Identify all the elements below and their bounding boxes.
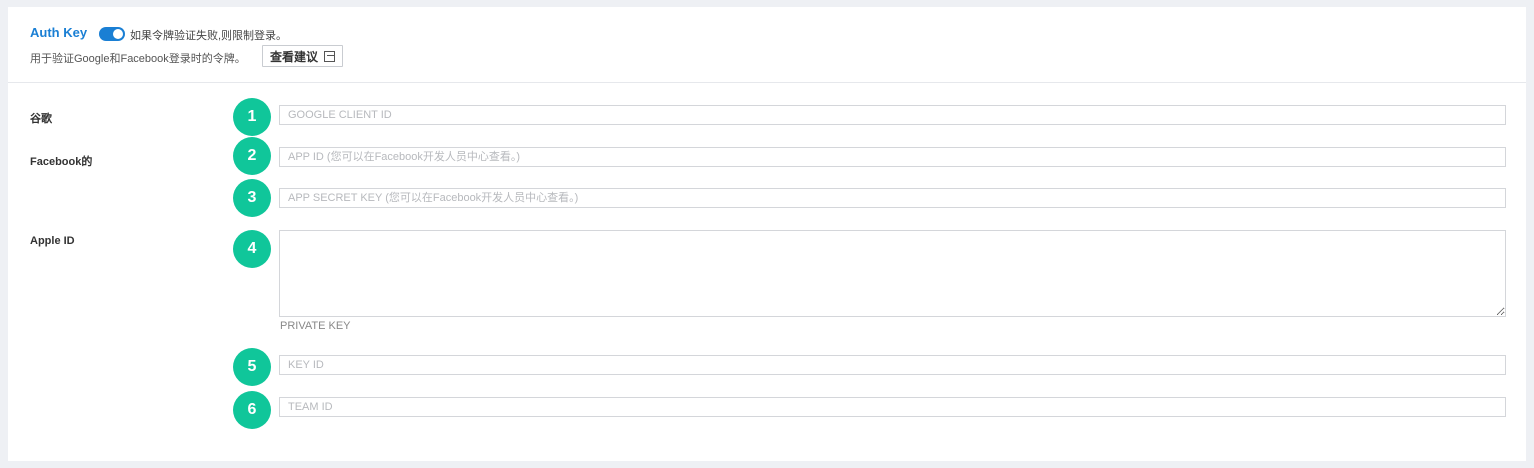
badge-4: 4 — [233, 230, 271, 268]
apple-id-label: Apple ID — [30, 235, 75, 247]
auth-key-header: Auth Key 如果令牌验证失败,则限制登录。 用于验证Google和Face… — [8, 7, 1526, 83]
badge-6: 6 — [233, 391, 271, 429]
external-link-icon — [324, 50, 336, 62]
auth-key-description: 用于验证Google和Facebook登录时的令牌。 — [30, 53, 246, 65]
facebook-label: Facebook的 — [30, 156, 93, 168]
badge-3: 3 — [233, 179, 271, 217]
view-suggestion-label: 查看建议 — [270, 49, 319, 64]
facebook-app-id-input[interactable] — [279, 147, 1506, 167]
apple-team-id-input[interactable] — [279, 397, 1506, 417]
badge-5: 5 — [233, 348, 271, 386]
toggle-description: 如果令牌验证失败,则限制登录。 — [130, 30, 288, 42]
badge-1: 1 — [233, 98, 271, 136]
google-label: 谷歌 — [30, 113, 52, 125]
auth-key-title: Auth Key — [30, 25, 88, 40]
apple-key-id-input[interactable] — [279, 355, 1506, 375]
auth-key-toggle[interactable] — [99, 27, 125, 41]
facebook-app-secret-input[interactable] — [279, 188, 1506, 208]
auth-settings-panel: Auth Key 如果令牌验证失败,则限制登录。 用于验证Google和Face… — [8, 7, 1526, 461]
google-client-id-input[interactable] — [279, 105, 1506, 125]
private-key-hint: PRIVATE KEY — [280, 320, 351, 332]
toggle-knob — [113, 29, 123, 39]
view-suggestion-button[interactable]: 查看建议 — [262, 45, 344, 67]
apple-private-key-textarea[interactable] — [279, 230, 1506, 317]
badge-2: 2 — [233, 137, 271, 175]
